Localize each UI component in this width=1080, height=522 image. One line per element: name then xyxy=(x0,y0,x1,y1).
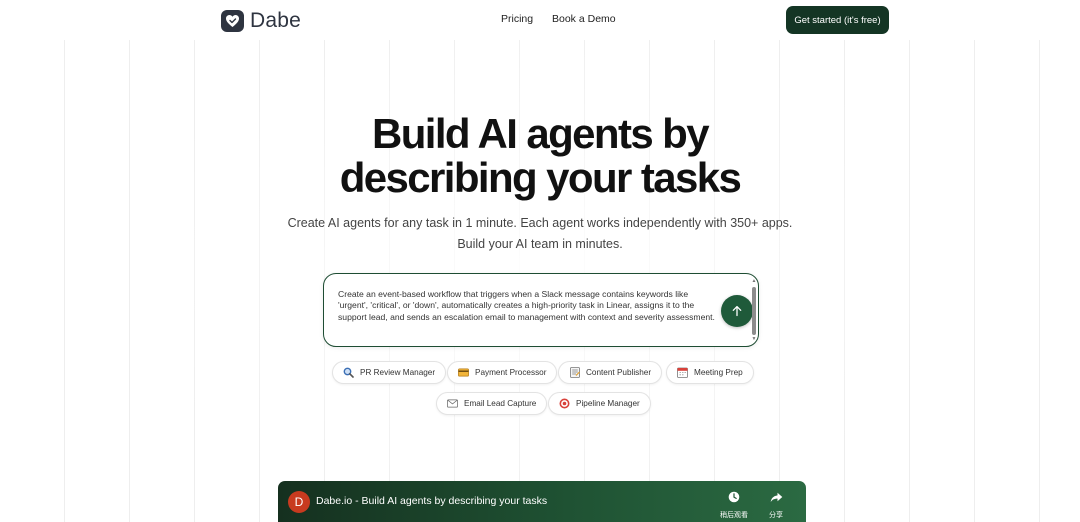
scroll-thumb[interactable] xyxy=(752,287,756,335)
brand-logo[interactable]: Dabe xyxy=(221,9,301,33)
chip-label: PR Review Manager xyxy=(360,368,436,377)
prompt-textarea[interactable]: Create an event-based workflow that trig… xyxy=(323,273,759,347)
headline-line-2: describing your tasks xyxy=(339,154,742,201)
nav-book-demo-link[interactable]: Book a Demo xyxy=(552,13,616,25)
share-arrow-icon xyxy=(770,492,782,502)
prompt-scrollbar[interactable]: ▲ ▼ xyxy=(751,278,757,342)
calendar-icon xyxy=(677,367,688,378)
chip-payment-processor[interactable]: Payment Processor xyxy=(447,361,558,384)
chip-label: Email Lead Capture xyxy=(464,399,537,408)
hero-subheadline: Create AI agents for any task in 1 minut… xyxy=(240,213,840,255)
site-header: Dabe Pricing Book a Demo Get started (it… xyxy=(0,0,1080,40)
headline-line-1: Build AI agents by xyxy=(371,110,710,157)
chip-email-lead-capture[interactable]: Email Lead Capture xyxy=(436,392,548,415)
magnifier-icon xyxy=(343,367,354,378)
clock-icon xyxy=(728,491,740,503)
hero-headline: Build AI agents by describing your tasks xyxy=(240,112,840,200)
credit-card-icon xyxy=(458,367,469,378)
chip-pr-review-manager[interactable]: PR Review Manager xyxy=(332,361,447,384)
send-button[interactable] xyxy=(721,295,753,327)
chip-label: Meeting Prep xyxy=(694,368,743,377)
scroll-up-icon[interactable]: ▲ xyxy=(751,278,757,284)
nav-pricing-link[interactable]: Pricing xyxy=(501,13,533,25)
envelope-icon xyxy=(447,398,458,409)
document-icon xyxy=(569,367,580,378)
watch-later-button[interactable]: 稍后观看 xyxy=(716,490,752,520)
watch-later-label: 稍后观看 xyxy=(720,512,748,519)
chip-label: Content Publisher xyxy=(586,368,652,377)
heart-logo-icon xyxy=(221,10,244,32)
scroll-down-icon[interactable]: ▼ xyxy=(751,336,757,342)
video-embed[interactable]: D Dabe.io - Build AI agents by describin… xyxy=(278,481,806,522)
chip-content-publisher[interactable]: Content Publisher xyxy=(558,361,663,384)
share-button[interactable]: 分享 xyxy=(758,490,794,520)
share-label: 分享 xyxy=(769,512,783,519)
chip-label: Payment Processor xyxy=(475,368,547,377)
channel-avatar[interactable]: D xyxy=(288,491,310,513)
prompt-text[interactable]: Create an event-based workflow that trig… xyxy=(338,289,718,323)
target-icon xyxy=(559,398,570,409)
chip-meeting-prep[interactable]: Meeting Prep xyxy=(666,361,754,384)
video-title[interactable]: Dabe.io - Build AI agents by describing … xyxy=(316,495,547,507)
get-started-button[interactable]: Get started (it's free) xyxy=(786,6,889,34)
chip-pipeline-manager[interactable]: Pipeline Manager xyxy=(548,392,651,415)
arrow-up-icon xyxy=(732,305,742,317)
brand-name: Dabe xyxy=(250,9,302,32)
chip-label: Pipeline Manager xyxy=(576,399,640,408)
subheadline-line-2: Build your AI team in minutes. xyxy=(457,237,623,251)
subheadline-line-1: Create AI agents for any task in 1 minut… xyxy=(287,216,793,230)
